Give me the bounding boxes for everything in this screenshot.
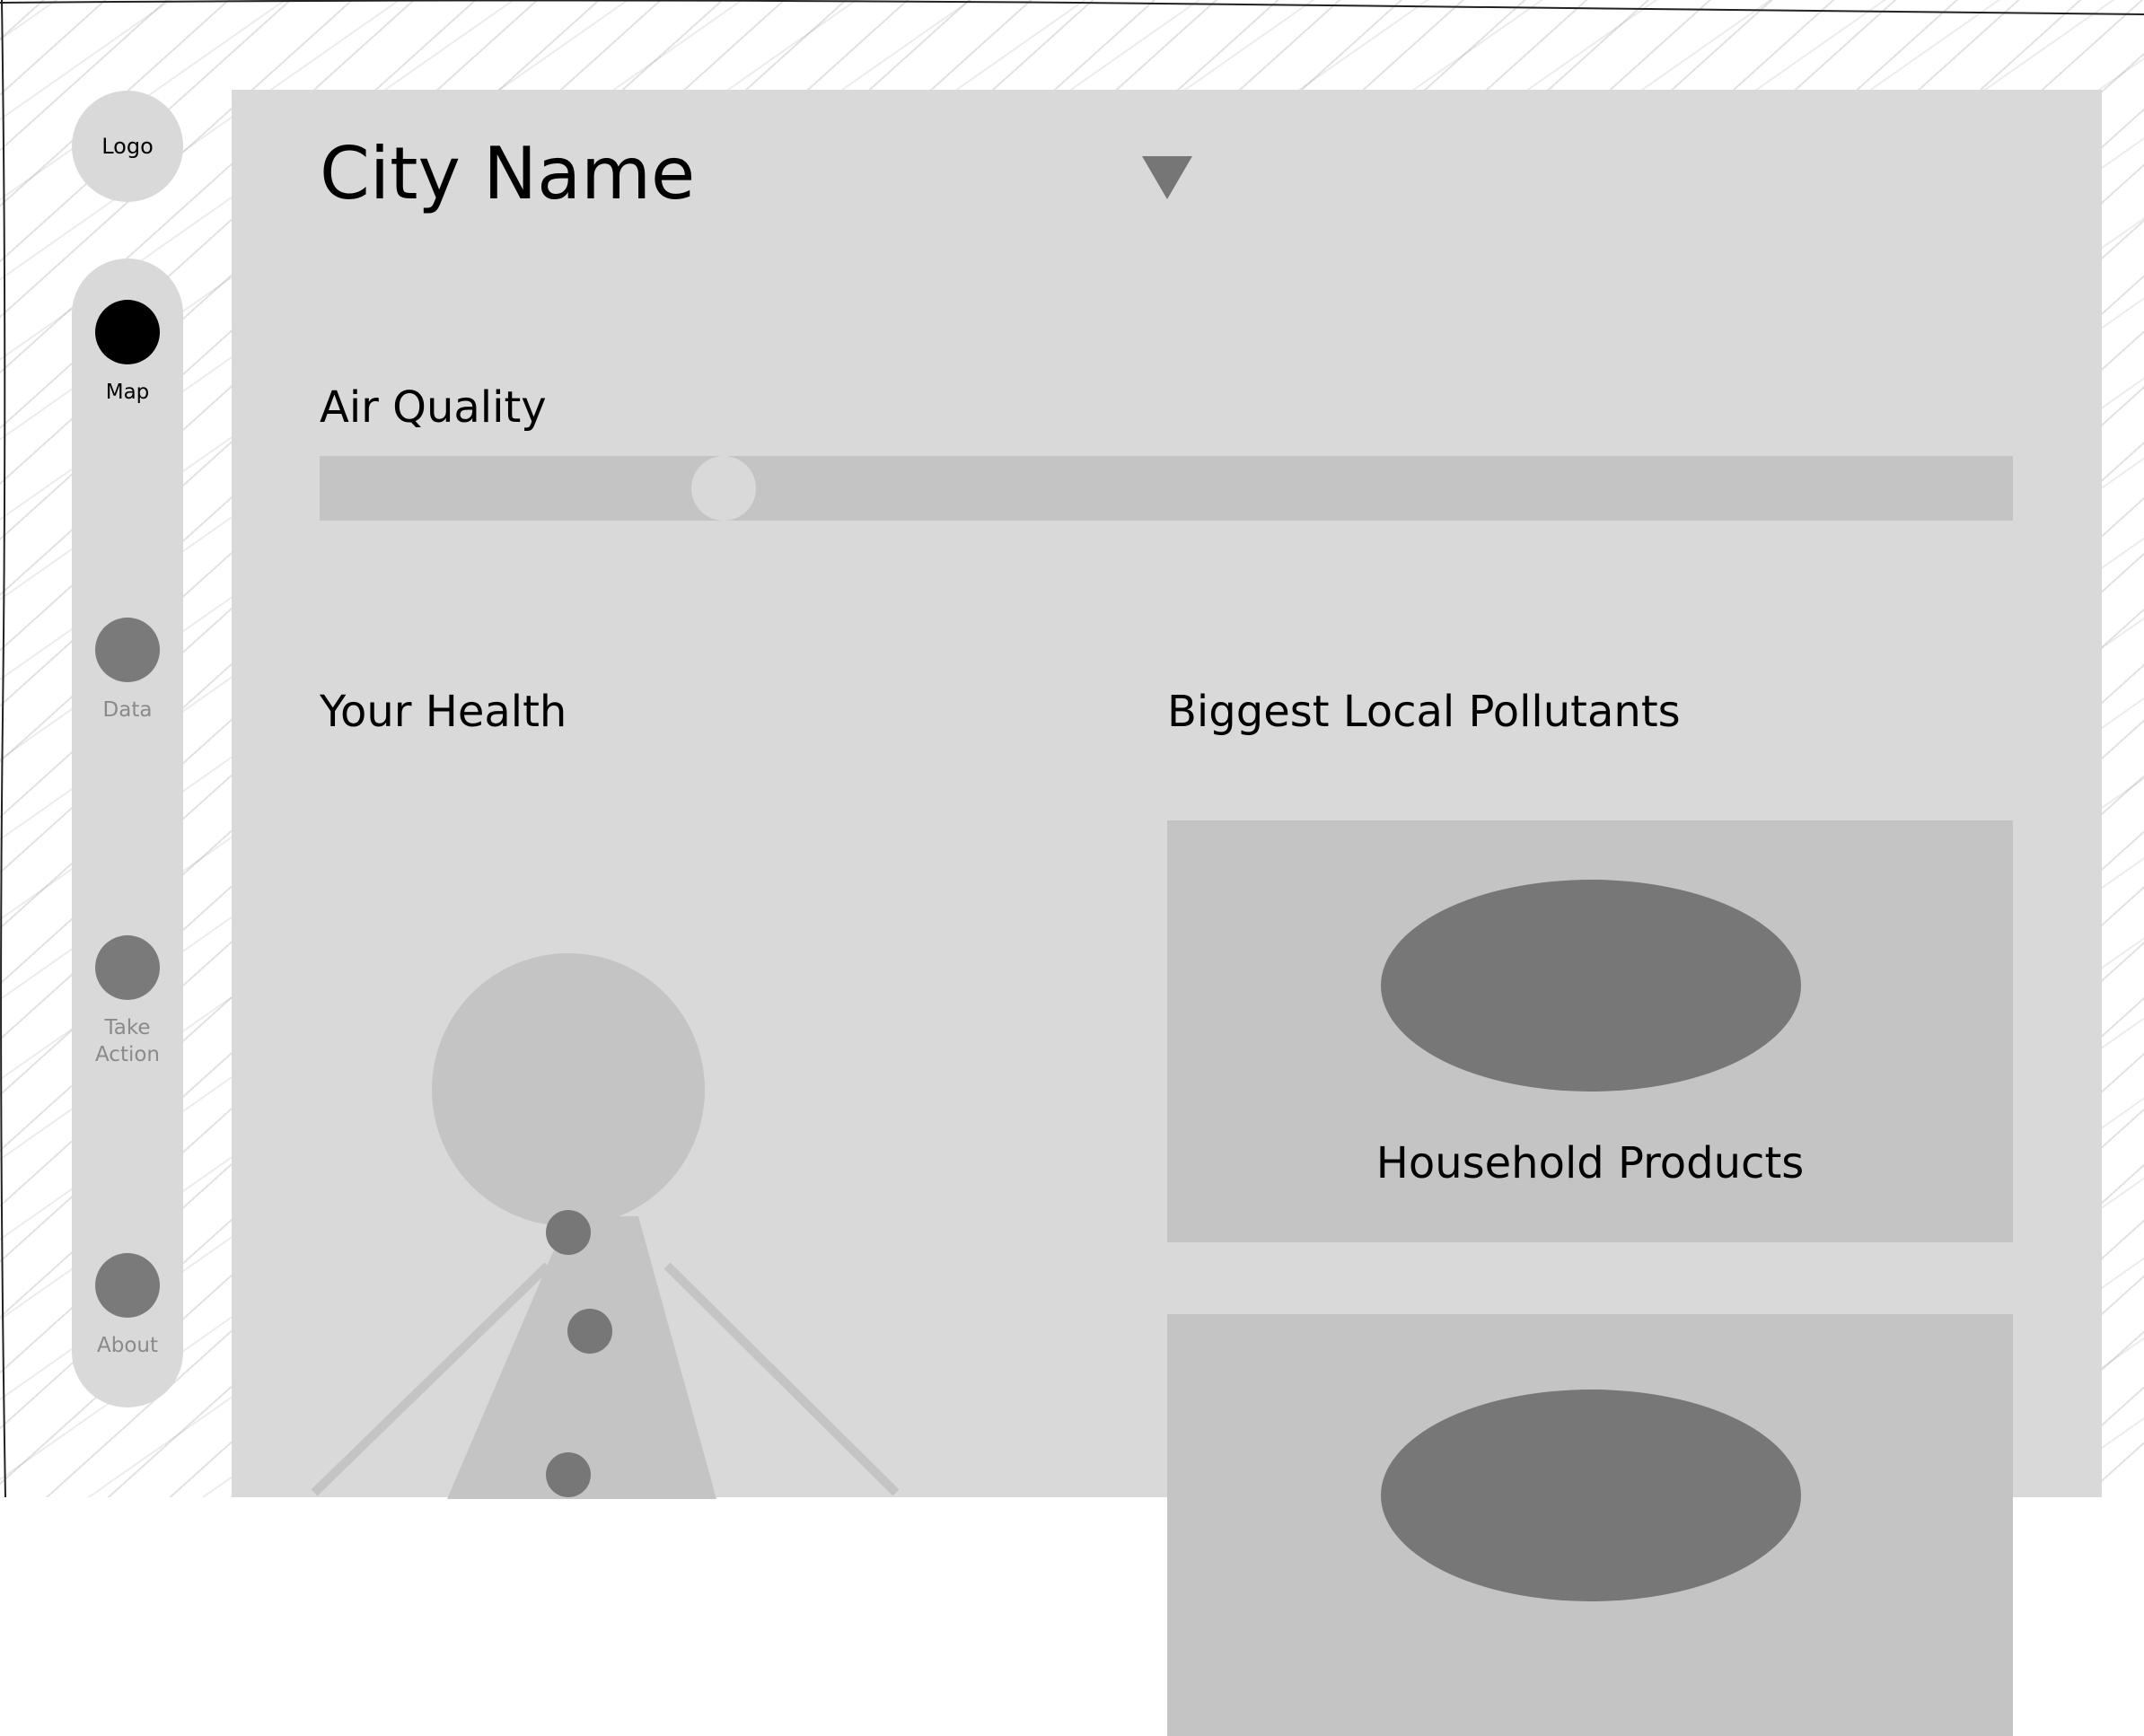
health-point-stomach[interactable] [546,1452,591,1497]
air-quality-slider-thumb[interactable] [691,456,756,521]
pollutants-heading: Biggest Local Pollutants [1167,687,1681,737]
city-dropdown-icon[interactable] [1142,156,1192,199]
health-point-throat[interactable] [546,1210,591,1255]
main-panel: City Name Air Quality Your Health Bigges… [232,90,2102,1736]
pollutant-image [1381,880,1801,1092]
sidebar-item-about[interactable]: About [72,1253,183,1359]
pollutant-card[interactable]: Household Products [1167,820,2013,1242]
logo[interactable]: Logo [72,91,183,202]
your-health-heading: Your Health [320,687,567,737]
about-icon [95,1253,160,1318]
air-quality-slider[interactable] [320,456,2013,521]
sidebar-item-label: Data [102,698,153,722]
map-icon [95,300,160,364]
take-action-icon [95,935,160,1000]
pollutant-label: Household Products [1375,1138,1805,1188]
city-name-title: City Name [320,132,696,215]
sidebar-item-map[interactable]: Map [72,300,183,406]
air-quality-heading: Air Quality [320,382,547,433]
logo-label: Logo [101,134,154,159]
health-point-chest[interactable] [567,1309,612,1354]
pollutant-image [1381,1390,1801,1601]
sidebar-nav: Map Data Take Action About [72,259,183,1407]
sidebar-item-label: About [96,1334,158,1357]
sidebar-item-take-action[interactable]: Take Action [72,935,183,1068]
body-torso [447,1216,716,1499]
pollutant-card[interactable] [1167,1314,2013,1736]
data-icon [95,618,160,682]
health-body-figure [311,953,900,1499]
body-head [432,953,705,1226]
sidebar-item-label: Map [105,381,150,404]
sidebar-item-data[interactable]: Data [72,618,183,723]
sidebar-item-label: Take Action [94,1016,161,1066]
